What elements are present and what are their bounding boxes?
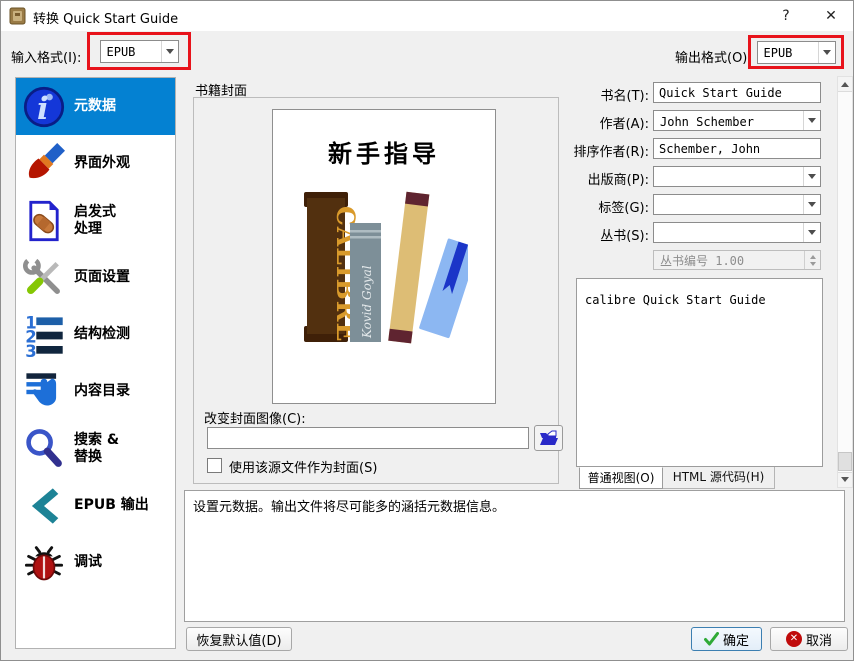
tab-normal-view[interactable]: 普通视图(O): [579, 467, 663, 489]
toc-hand-icon: [20, 368, 68, 416]
input-format-highlight-box: EPUB: [87, 32, 191, 70]
use-source-as-cover-checkbox[interactable]: [207, 458, 222, 473]
svg-text:3: 3: [25, 342, 36, 357]
sidebar-item-label: 界面外观: [74, 155, 130, 171]
help-button[interactable]: ?: [773, 4, 799, 28]
ok-button[interactable]: 确定: [691, 627, 762, 651]
window-title: 转换 Quick Start Guide: [33, 8, 178, 27]
calibre-books-logo: CALIBRE Kovid Goyal: [303, 190, 468, 350]
sidebar-item-metadata[interactable]: i 元数据: [16, 78, 175, 135]
close-button[interactable]: ✕: [818, 4, 844, 28]
sidebar-item-label: 内容目录: [74, 383, 130, 399]
metadata-scrollbar[interactable]: [837, 76, 853, 488]
book-title-label: 书名(T):: [544, 85, 649, 104]
numbered-list-icon: 1 2 3: [20, 311, 68, 359]
cover-path-input[interactable]: [207, 427, 529, 449]
comments-textarea[interactable]: calibre Quick Start Guide: [576, 278, 823, 467]
svg-text:Kovid Goyal: Kovid Goyal: [360, 265, 374, 339]
input-format-value: EPUB: [101, 41, 161, 62]
scroll-down-icon[interactable]: [838, 472, 852, 487]
output-format-select[interactable]: EPUB: [757, 41, 836, 64]
ok-label: 确定: [723, 630, 749, 649]
sidebar-item-structure-detection[interactable]: 1 2 3 结构检测: [16, 306, 175, 363]
spinner-arrows-icon[interactable]: [804, 251, 820, 269]
search-icon: [20, 425, 68, 473]
change-cover-label: 改变封面图像(C):: [204, 408, 306, 427]
chevron-down-icon: [161, 41, 178, 62]
tab-html-source[interactable]: HTML 源代码(H): [663, 467, 775, 489]
sidebar-item-label: 页面设置: [74, 269, 130, 285]
svg-text:i: i: [37, 91, 49, 127]
browse-cover-button[interactable]: [534, 425, 563, 451]
bug-icon: [20, 539, 68, 587]
book-title-input[interactable]: [653, 82, 821, 103]
author-select[interactable]: John Schember: [653, 110, 821, 131]
cancel-button[interactable]: ✕ 取消: [770, 627, 848, 651]
series-index-spinner: 丛书编号 1.00: [653, 250, 821, 270]
output-format-label: 输出格式(O):: [675, 47, 752, 66]
restore-defaults-label: 恢复默认值(D): [196, 630, 281, 649]
publisher-select[interactable]: [653, 166, 821, 187]
series-index-text: 丛书编号 1.00: [654, 252, 804, 269]
chevron-down-icon: [803, 111, 820, 130]
publisher-label: 出版商(P):: [544, 169, 649, 188]
heuristics-document-icon: [20, 197, 68, 245]
input-format-select[interactable]: EPUB: [100, 40, 179, 63]
series-label: 丛书(S):: [544, 225, 649, 244]
output-format-value: EPUB: [758, 42, 818, 63]
chevron-down-icon: [803, 167, 820, 186]
publisher-value: [654, 167, 803, 186]
open-folder-icon: [539, 430, 559, 446]
scroll-up-icon[interactable]: [838, 77, 852, 92]
cancel-label: 取消: [806, 630, 832, 649]
convert-dialog: 转换 Quick Start Guide ? ✕ 输入格式(I): EPUB 输…: [0, 0, 854, 661]
titlebar: 转换 Quick Start Guide ? ✕: [1, 1, 853, 31]
sidebar-item-label: 启发式 处理: [74, 204, 116, 236]
sidebar-item-epub-output[interactable]: EPUB 输出: [16, 477, 175, 534]
author-sort-label: 排序作者(R):: [544, 141, 649, 160]
author-label: 作者(A):: [544, 113, 649, 132]
tags-select[interactable]: [653, 194, 821, 215]
scrollbar-thumb[interactable]: [838, 452, 852, 471]
chevron-down-icon: [803, 223, 820, 242]
cancel-x-icon: ✕: [786, 631, 802, 647]
section-description: 设置元数据。输出文件将尽可能多的涵括元数据信息。: [184, 490, 845, 622]
chevron-down-icon: [818, 42, 835, 63]
sidebar-item-label: 调试: [74, 554, 102, 570]
sidebar-item-label: EPUB 输出: [74, 497, 149, 513]
output-format-highlight-box: EPUB: [748, 35, 844, 69]
sidebar-item-label: 结构检测: [74, 326, 130, 342]
series-select[interactable]: [653, 222, 821, 243]
author-value: John Schember: [654, 111, 803, 130]
sidebar-item-label: 元数据: [74, 98, 116, 114]
sidebar-item-table-of-contents[interactable]: 内容目录: [16, 363, 175, 420]
author-sort-input[interactable]: [653, 138, 821, 159]
info-icon: i: [20, 83, 68, 131]
input-format-label: 输入格式(I):: [11, 47, 81, 66]
chevron-down-icon: [803, 195, 820, 214]
sidebar-item-label: 搜索 & 替换: [74, 432, 119, 464]
sidebar-item-page-setup[interactable]: 页面设置: [16, 249, 175, 306]
paintbrush-icon: [20, 140, 68, 188]
cover-title-text: 新手指导: [273, 134, 495, 169]
check-icon: [704, 632, 719, 646]
cover-preview: 新手指导 CALIBRE Kovid Goyal: [272, 109, 496, 404]
convert-book-icon: [9, 7, 26, 25]
tags-value: [654, 195, 803, 214]
use-source-as-cover-label: 使用该源文件作为封面(S): [229, 457, 377, 476]
tags-label: 标签(G):: [544, 197, 649, 216]
series-value: [654, 223, 803, 242]
sidebar-item-heuristic-processing[interactable]: 启发式 处理: [16, 192, 175, 249]
restore-defaults-button[interactable]: 恢复默认值(D): [186, 627, 292, 651]
conversion-sections-list: i 元数据 界面外观: [15, 77, 176, 649]
sidebar-item-debug[interactable]: 调试: [16, 534, 175, 591]
sidebar-item-search-replace[interactable]: 搜索 & 替换: [16, 420, 175, 477]
sidebar-item-look-and-feel[interactable]: 界面外观: [16, 135, 175, 192]
tools-icon: [20, 254, 68, 302]
chevron-left-icon: [20, 482, 68, 530]
